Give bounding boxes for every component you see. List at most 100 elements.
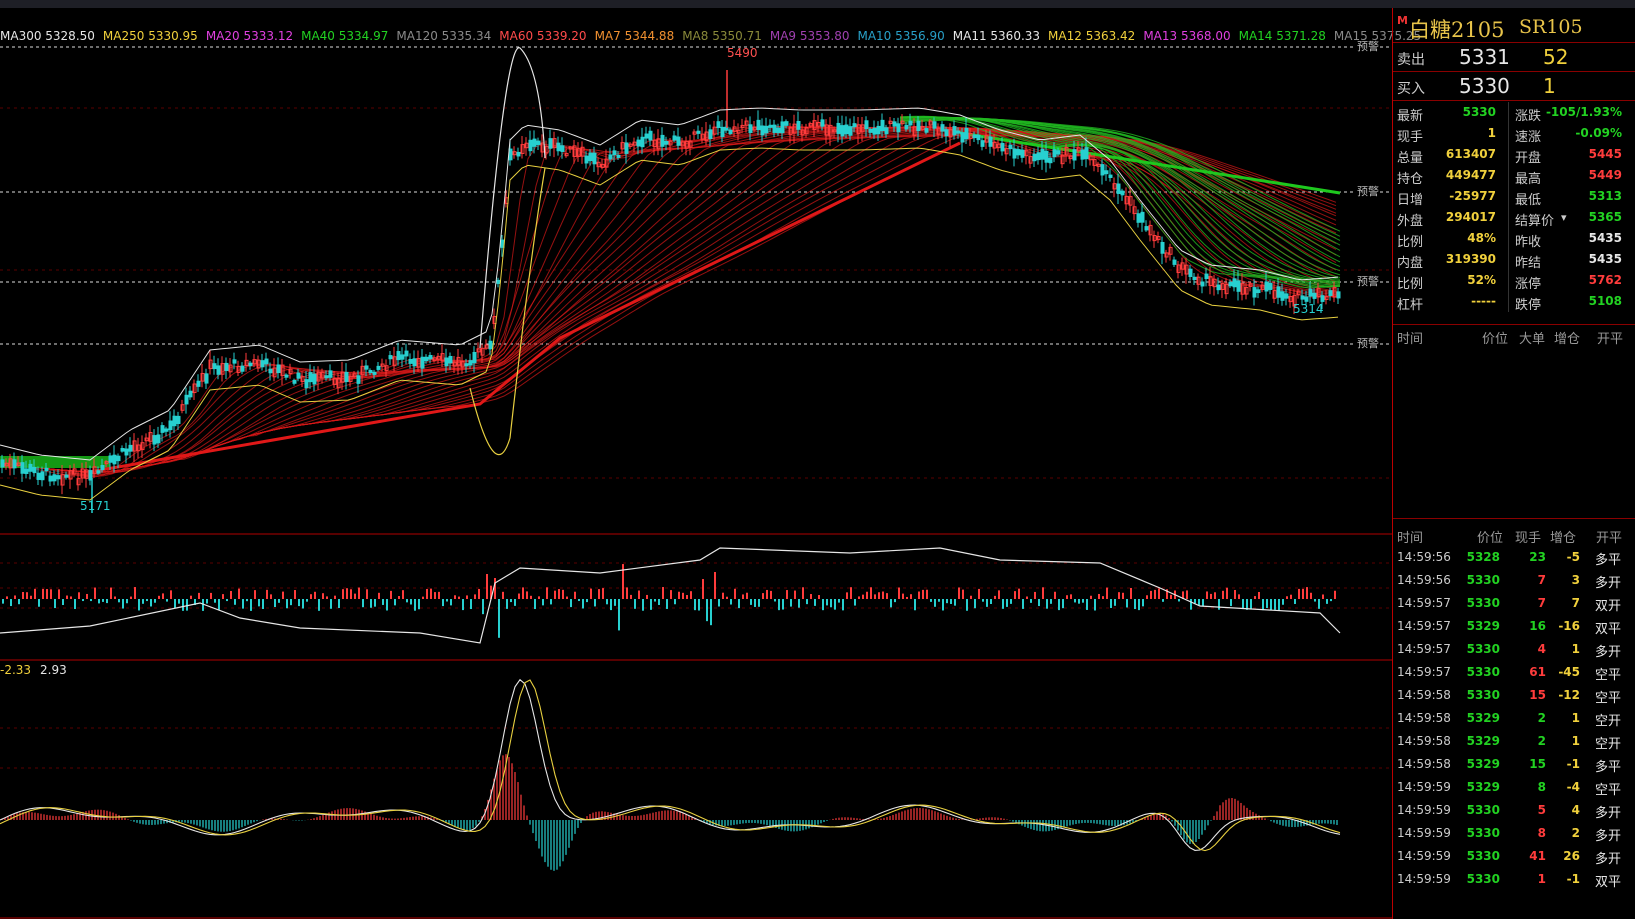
candle-body (44, 467, 49, 472)
candle-body (116, 455, 121, 462)
tick-row[interactable]: 14:59:59 5330 5 4 多开 (1393, 799, 1635, 822)
volume-bar (70, 596, 72, 599)
volume-bar (686, 595, 688, 599)
candle-body (1008, 144, 1013, 150)
tick-row[interactable]: 14:59:58 5329 15 -1 多平 (1393, 753, 1635, 776)
warning-line-label[interactable]: 预警 (1356, 41, 1380, 53)
tick-row[interactable]: 14:59:57 5330 61 -45 空平 (1393, 661, 1635, 684)
volume-bar (494, 578, 496, 599)
volume-bar (462, 599, 464, 611)
quote-row: 日增 -25977 最低 5313 (1393, 186, 1635, 208)
candle-body (28, 463, 33, 472)
ma-line (0, 135, 1337, 473)
candle-body (1052, 149, 1057, 158)
volume-bar (302, 599, 304, 609)
volume-bar (170, 590, 172, 599)
warning-line-label[interactable]: 预警 (1356, 338, 1380, 350)
volume-bar (518, 593, 520, 599)
tick-row[interactable]: 14:59:59 5330 1 -1 双平 (1393, 868, 1635, 891)
tick-row[interactable]: 14:59:57 5329 16 -16 双平 (1393, 615, 1635, 638)
tick-row[interactable]: 14:59:57 5330 7 7 双开 (1393, 592, 1635, 615)
tick-row[interactable]: 14:59:59 5330 8 2 多开 (1393, 822, 1635, 845)
volume-bar (850, 587, 852, 599)
volume-bar (442, 599, 444, 607)
volume-bar (946, 599, 948, 604)
volume-bar (478, 588, 480, 599)
volume-bar (1286, 596, 1288, 599)
ma-line (0, 128, 1337, 473)
ma-legend-item: MA11 5360.33 (952, 29, 1041, 43)
sell-row[interactable]: 卖出 5331 52 (1393, 43, 1635, 71)
high-price-label: 5490 (727, 46, 758, 60)
tick-row[interactable]: 14:59:56 5328 23 -5 多平 (1393, 546, 1635, 569)
tick-price: 5330 (1466, 826, 1500, 840)
quote-value: 5108 (1588, 294, 1622, 308)
tick-row[interactable]: 14:59:56 5330 7 3 多开 (1393, 569, 1635, 592)
candle-body (312, 373, 317, 385)
tick-row[interactable]: 14:59:58 5330 15 -12 空平 (1393, 684, 1635, 707)
tick-hand: 7 (1537, 573, 1546, 587)
tick-row[interactable]: 14:59:59 5330 41 26 多开 (1393, 845, 1635, 868)
volume-bar (930, 599, 932, 602)
candle-body (532, 138, 537, 147)
tick-open-close: 空开 (1595, 714, 1622, 729)
volume-bar (630, 594, 632, 599)
volume-bar (262, 599, 264, 609)
volume-bar (234, 599, 236, 605)
volume-bar (962, 589, 964, 599)
candle-body (1284, 293, 1289, 299)
volume-bar (1078, 599, 1080, 604)
candle-body (892, 121, 897, 127)
volume-bar (418, 599, 420, 610)
candle-body (1204, 273, 1209, 280)
quote-label: 结算价 (1515, 214, 1555, 229)
candle-body (328, 370, 333, 378)
volume-bar (1154, 589, 1156, 599)
chart-area[interactable]: MA300 5328.50 MA250 5330.95 MA20 5333.12 MA… (0, 8, 1421, 919)
volume-bar (1042, 587, 1044, 599)
ma-line (0, 130, 1337, 473)
ma-legend-item: MA60 5339.20 (499, 29, 587, 43)
warning-line-label[interactable]: 预警 (1356, 186, 1380, 198)
candle-body (172, 415, 177, 427)
buy-row[interactable]: 买入 5330 1 (1393, 72, 1635, 100)
volume-bar (690, 591, 692, 599)
candle-body (248, 362, 253, 367)
candle-body (796, 120, 801, 130)
volume-bar (270, 594, 272, 599)
candle-body (160, 425, 165, 433)
candle-body (400, 354, 405, 360)
volume-bar (374, 599, 376, 607)
volume-bar (862, 594, 864, 599)
quote-row: 比例 48% 昨收 5435 (1393, 228, 1635, 250)
ma-legend-item: MA14 5371.28 (1238, 29, 1326, 43)
tick-price: 5329 (1466, 734, 1500, 748)
tick-row[interactable]: 14:59:58 5329 2 1 空开 (1393, 707, 1635, 730)
tick-open-close: 多开 (1595, 576, 1622, 591)
candle-body (284, 374, 289, 378)
candle-body (444, 357, 449, 367)
tick-row[interactable]: 14:59:57 5330 4 1 多开 (1393, 638, 1635, 661)
volume-bar (594, 599, 596, 607)
chart-canvas[interactable] (0, 8, 1392, 919)
candle-body (48, 475, 53, 482)
candle-body (376, 365, 381, 370)
tick-row[interactable]: 14:59:58 5329 2 1 空开 (1393, 730, 1635, 753)
volume-bar (782, 599, 784, 610)
candle-body (1084, 147, 1089, 160)
tick-hand: 4 (1537, 642, 1546, 656)
settlement-dropdown-icon[interactable]: ▾ (1561, 211, 1567, 224)
tick-row[interactable]: 14:59:59 5329 8 -4 空平 (1393, 776, 1635, 799)
col-time: 时间 (1397, 332, 1424, 347)
volume-bar (778, 599, 780, 611)
tick-increase: -5 (1566, 550, 1580, 564)
volume-bar (230, 590, 232, 599)
volume-bar (22, 592, 24, 599)
instrument-title[interactable]: M 白糖2105 SR105 (1393, 10, 1635, 42)
tick-price: 5329 (1466, 619, 1500, 633)
volume-bar (322, 593, 324, 599)
quote-value: 1 (1487, 126, 1496, 140)
candle-body (1016, 149, 1021, 156)
warning-line-label[interactable]: 预警 (1356, 276, 1380, 288)
quote-row: 外盘 294017 结算价 5365 (1393, 207, 1635, 229)
